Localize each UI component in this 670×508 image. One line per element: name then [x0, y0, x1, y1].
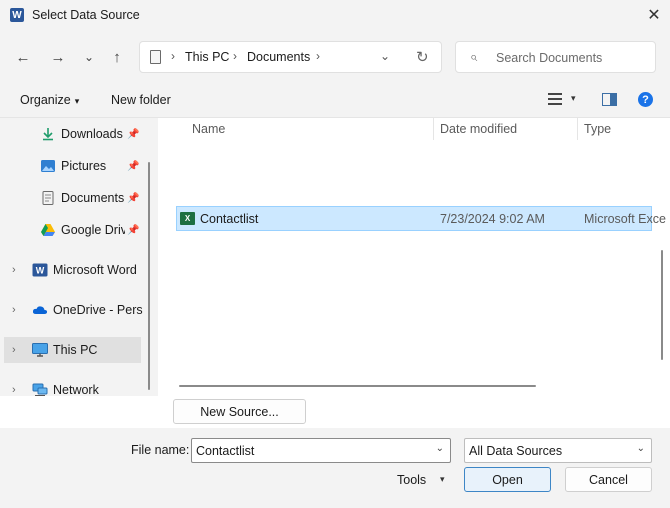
sidebar-item-label: This PC [53, 343, 98, 357]
preview-pane-icon[interactable] [602, 93, 617, 106]
vertical-scrollbar[interactable] [661, 250, 663, 360]
chevron-right-icon[interactable]: › [12, 264, 16, 276]
view-caret-icon[interactable]: ▾ [571, 93, 576, 104]
back-button[interactable]: ← [10, 44, 36, 70]
word-app-icon: W [10, 8, 24, 22]
organize-button[interactable]: Organize ▾ [20, 93, 79, 107]
column-divider[interactable] [433, 118, 434, 140]
up-button[interactable]: ↑ [104, 44, 130, 70]
window-title: Select Data Source [32, 8, 140, 22]
caret-down-icon: ▾ [74, 96, 80, 106]
close-button[interactable]: ✕ [642, 4, 666, 26]
pin-icon[interactable]: 📌 [127, 193, 139, 204]
column-header-date-modified[interactable]: Date modified [440, 122, 517, 136]
address-bar[interactable]: › This PC › Documents › ⌄ ↻ [139, 41, 442, 73]
table-row[interactable]: X Contactlist 7/23/2024 9:02 AM Microsof… [176, 206, 666, 231]
horizontal-scrollbar[interactable] [179, 385, 536, 387]
column-divider[interactable] [577, 118, 578, 140]
sidebar-item-label: Downloads [61, 127, 123, 141]
sidebar-item-pictures[interactable]: Pictures 📌 [0, 153, 148, 179]
sort-ascending-icon: ⌃ [305, 118, 314, 125]
sidebar-item-network[interactable]: › Network [0, 377, 148, 396]
documents-icon [40, 191, 56, 205]
caret-down-icon[interactable]: ▾ [440, 474, 445, 485]
breadcrumb-this-pc[interactable]: This PC [185, 50, 229, 64]
column-header-name[interactable]: Name [192, 122, 225, 136]
navigation-pane: Downloads 📌 Pictures 📌 Documents 📌 Googl… [0, 118, 158, 396]
file-list: ⌃ Name Date modified Type X Contactlist … [160, 118, 666, 396]
organize-label: Organize [20, 93, 71, 107]
breadcrumb-separator: › [233, 49, 237, 63]
file-type: Microsoft Excel [584, 212, 666, 226]
new-source-button[interactable]: New Source... [173, 399, 306, 424]
search-icon: ⌕ [470, 49, 478, 64]
pin-icon[interactable]: 📌 [127, 129, 139, 140]
tools-button[interactable]: Tools [397, 473, 426, 487]
pc-icon [32, 343, 48, 357]
sidebar-item-label: Microsoft Word [53, 263, 137, 277]
navigation-scrollbar[interactable] [148, 162, 150, 390]
file-name-field[interactable]: Contactlist ⌄ [191, 438, 451, 463]
sidebar-item-label: Pictures [61, 159, 107, 173]
view-options-icon[interactable] [548, 93, 562, 105]
breadcrumb-documents[interactable]: Documents [247, 50, 310, 64]
sidebar-item-label: Documents [61, 191, 125, 205]
file-name-label: File name: [131, 443, 190, 457]
sidebar-item-label: OneDrive - Personal [53, 303, 143, 317]
sidebar-item-microsoft-word[interactable]: › W Microsoft Word [0, 257, 148, 283]
sidebar-item-this-pc[interactable]: › This PC [4, 337, 141, 363]
sidebar-item-documents[interactable]: Documents 📌 [0, 185, 148, 211]
file-type-filter-select[interactable]: All Data Sources ⌄ [464, 438, 652, 463]
onedrive-icon [32, 303, 48, 317]
search-input[interactable]: Search Documents [496, 51, 602, 65]
chevron-right-icon[interactable]: › [12, 384, 16, 396]
search-box[interactable]: ⌕ Search Documents [455, 41, 656, 73]
chevron-down-icon[interactable]: ⌄ [436, 443, 444, 454]
refresh-icon[interactable]: ↻ [416, 48, 429, 66]
pin-icon[interactable]: 📌 [127, 225, 139, 236]
sidebar-item-onedrive[interactable]: › OneDrive - Personal [0, 297, 148, 323]
file-type-filter-value: All Data Sources [469, 444, 563, 458]
documents-location-icon [150, 50, 161, 64]
cancel-button[interactable]: Cancel [565, 467, 652, 492]
sidebar-item-downloads[interactable]: Downloads 📌 [0, 121, 148, 147]
google-drive-icon [40, 223, 56, 237]
command-bar [0, 82, 670, 118]
chevron-down-icon[interactable]: ⌄ [637, 443, 645, 454]
pin-icon[interactable]: 📌 [127, 161, 139, 172]
word-icon: W [32, 263, 48, 277]
column-header-type[interactable]: Type [584, 122, 611, 136]
forward-button[interactable]: → [45, 44, 71, 70]
sidebar-item-label: Google Drive [61, 223, 125, 237]
network-icon [32, 383, 48, 396]
chevron-right-icon[interactable]: › [12, 304, 16, 316]
file-name-value: Contactlist [196, 444, 255, 458]
breadcrumb-separator[interactable]: › [316, 49, 320, 63]
excel-file-icon: X [180, 212, 195, 225]
help-icon[interactable]: ? [638, 92, 653, 107]
breadcrumb-separator: › [171, 49, 175, 63]
open-button[interactable]: Open [464, 467, 551, 492]
pictures-icon [40, 159, 56, 173]
svg-text:W: W [36, 266, 45, 276]
recent-locations-button[interactable]: ⌄ [76, 44, 102, 70]
new-folder-button[interactable]: New folder [111, 93, 171, 107]
chevron-right-icon[interactable]: › [12, 344, 16, 356]
file-name: Contactlist [200, 212, 259, 226]
sidebar-item-google-drive[interactable]: Google Drive 📌 [0, 217, 148, 243]
file-date-modified: 7/23/2024 9:02 AM [440, 212, 545, 226]
address-dropdown-icon[interactable]: ⌄ [380, 49, 390, 63]
sidebar-item-label: Network [53, 383, 99, 396]
download-icon [40, 127, 56, 141]
